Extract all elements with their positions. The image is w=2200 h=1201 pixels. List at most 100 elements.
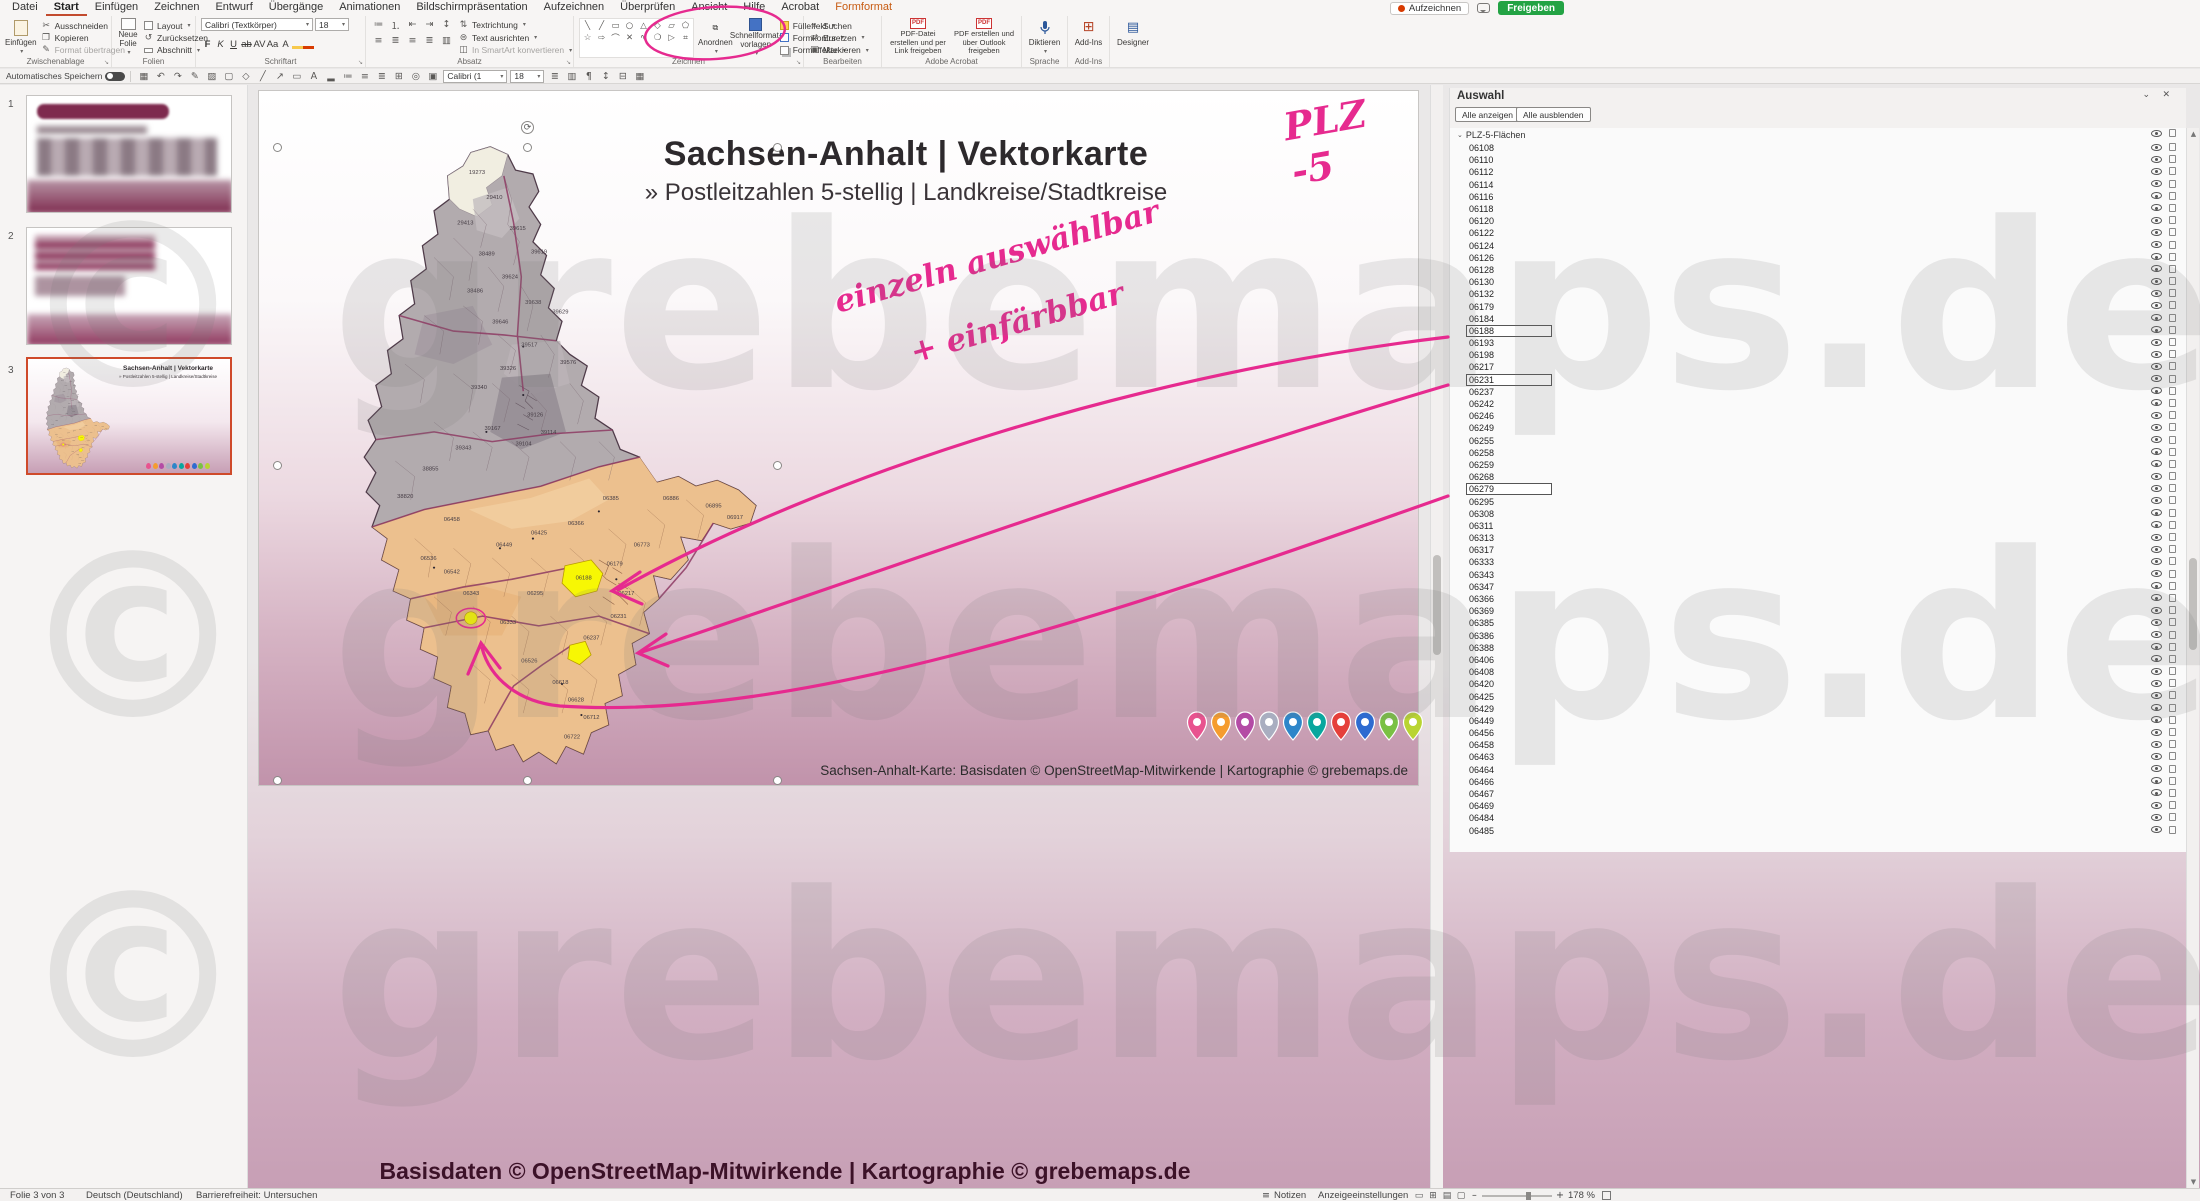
visibility-icon[interactable] xyxy=(2151,192,2162,199)
format-painter-icon[interactable]: ✎ xyxy=(187,70,202,83)
justify-icon[interactable]: ≣ xyxy=(422,34,437,47)
lock-icon[interactable] xyxy=(2169,557,2176,565)
visibility-icon[interactable] xyxy=(2151,777,2162,784)
lock-icon[interactable] xyxy=(2169,484,2176,492)
lock-icon[interactable] xyxy=(2169,789,2176,797)
tab-formformat[interactable]: Formformat xyxy=(827,0,900,16)
normal-view-icon[interactable]: ▭ xyxy=(1412,1191,1426,1201)
shape-glyph-icon[interactable]: ⬠ xyxy=(679,20,692,31)
select-object-icon[interactable]: ▣ xyxy=(425,70,440,83)
tab-einfügen[interactable]: Einfügen xyxy=(87,0,146,16)
visibility-icon[interactable] xyxy=(2151,326,2162,333)
replace-button[interactable]: ⇄Ersetzen xyxy=(809,32,869,43)
selection-item-06258[interactable]: 06258 xyxy=(1450,447,2186,459)
selection-item-06347[interactable]: 06347 xyxy=(1450,581,2186,593)
lock-icon[interactable] xyxy=(2169,594,2176,602)
lock-icon[interactable] xyxy=(2169,765,2176,773)
selection-item-06385[interactable]: 06385 xyxy=(1450,617,2186,629)
tab-übergänge[interactable]: Übergänge xyxy=(261,0,331,16)
selection-item-06120[interactable]: 06120 xyxy=(1450,215,2186,227)
selection-item-06333[interactable]: 06333 xyxy=(1450,556,2186,568)
selection-item-06406[interactable]: 06406 xyxy=(1450,654,2186,666)
indent-icon[interactable]: ⇥ xyxy=(422,18,437,31)
paste-button[interactable]: Einfügen xyxy=(5,18,37,56)
visibility-icon[interactable] xyxy=(2151,680,2162,687)
font-effect-f[interactable]: F xyxy=(201,38,214,51)
paragraph-dialog-launcher[interactable]: ↘ xyxy=(566,59,571,66)
font-size-combo[interactable]: 18 xyxy=(315,18,349,31)
lock-icon[interactable] xyxy=(2169,801,2176,809)
lock-icon[interactable] xyxy=(2169,533,2176,541)
selection-item-06231[interactable]: 06231 xyxy=(1450,374,2186,386)
align-left-icon[interactable]: ≡ xyxy=(357,70,372,83)
numbering-icon[interactable]: ⒈ xyxy=(388,18,403,31)
line-icon[interactable]: ╱ xyxy=(255,70,270,83)
selection-item-06124[interactable]: 06124 xyxy=(1450,240,2186,252)
lock-icon[interactable] xyxy=(2169,545,2176,553)
visibility-icon[interactable] xyxy=(2151,582,2162,589)
lock-icon[interactable] xyxy=(2169,289,2176,297)
textbox-icon[interactable]: ▭ xyxy=(289,70,304,83)
selection-item-06242[interactable]: 06242 xyxy=(1450,398,2186,410)
zoom-out-icon[interactable]: – xyxy=(1472,1190,1477,1201)
selection-item-06237[interactable]: 06237 xyxy=(1450,386,2186,398)
visibility-icon[interactable] xyxy=(2151,229,2162,236)
visibility-icon[interactable] xyxy=(2151,241,2162,248)
selection-item-06246[interactable]: 06246 xyxy=(1450,410,2186,422)
visibility-icon[interactable] xyxy=(2151,156,2162,163)
lock-icon[interactable] xyxy=(2169,228,2176,236)
tab-bildschirmpräsentation[interactable]: Bildschirmpräsentation xyxy=(408,0,535,16)
shape-glyph-icon[interactable]: △ xyxy=(637,20,650,31)
scroll-down-icon[interactable]: ▼ xyxy=(2187,1176,2200,1188)
lock-icon[interactable] xyxy=(2169,362,2176,370)
selection-item-06386[interactable]: 06386 xyxy=(1450,630,2186,642)
visibility-icon[interactable] xyxy=(2151,387,2162,394)
visibility-icon[interactable] xyxy=(2151,290,2162,297)
visibility-icon[interactable] xyxy=(2151,558,2162,565)
visibility-icon[interactable] xyxy=(2151,729,2162,736)
clipboard-dialog-launcher[interactable]: ↘ xyxy=(104,59,109,66)
shape-icon[interactable]: ◇ xyxy=(238,70,253,83)
visibility-icon[interactable] xyxy=(2151,704,2162,711)
visibility-icon[interactable] xyxy=(2151,594,2162,601)
arrow-icon[interactable]: ↗ xyxy=(272,70,287,83)
visibility-icon[interactable] xyxy=(2151,802,2162,809)
lock-icon[interactable] xyxy=(2169,155,2176,163)
selection-item-06469[interactable]: 06469 xyxy=(1450,800,2186,812)
align-justify-icon[interactable]: ≣ xyxy=(547,70,562,83)
lock-icon[interactable] xyxy=(2169,216,2176,224)
font-effect-u[interactable]: U xyxy=(227,38,240,51)
visibility-icon[interactable] xyxy=(2151,424,2162,431)
selection-handle[interactable] xyxy=(773,776,782,785)
zoom-level[interactable]: 178 % xyxy=(1568,1190,1595,1201)
slide-thumbnail-3[interactable]: Sachsen-Anhalt | Vektorkarte » Postleitz… xyxy=(26,357,232,475)
selection-handle[interactable] xyxy=(773,461,782,470)
highlight-icon[interactable]: ▂ xyxy=(323,70,338,83)
visibility-icon[interactable] xyxy=(2151,765,2162,772)
align-right-icon[interactable]: ≡ xyxy=(405,34,420,47)
shape-glyph-icon[interactable]: ✕ xyxy=(623,32,636,43)
visibility-icon[interactable] xyxy=(2151,668,2162,675)
visibility-icon[interactable] xyxy=(2151,399,2162,406)
pane-scrollbar[interactable]: ▲ ▼ xyxy=(2186,128,2199,1188)
pdf-outlook-button[interactable]: PDF PDF erstellen und über Outlook freig… xyxy=(953,18,1015,56)
visibility-icon[interactable] xyxy=(2151,789,2162,796)
selection-item-06311[interactable]: 06311 xyxy=(1450,520,2186,532)
selection-item-06184[interactable]: 06184 xyxy=(1450,313,2186,325)
align-center-icon[interactable]: ≣ xyxy=(388,34,403,47)
tab-aufzeichnen[interactable]: Aufzeichnen xyxy=(536,0,613,16)
visibility-icon[interactable] xyxy=(2151,436,2162,443)
visibility-icon[interactable] xyxy=(2151,521,2162,528)
lock-icon[interactable] xyxy=(2169,180,2176,188)
selection-item-06458[interactable]: 06458 xyxy=(1450,739,2186,751)
visibility-icon[interactable] xyxy=(2151,144,2162,151)
selection-handle[interactable] xyxy=(273,143,282,152)
lock-icon[interactable] xyxy=(2169,728,2176,736)
lock-icon[interactable] xyxy=(2169,350,2176,358)
lock-icon[interactable] xyxy=(2169,826,2176,834)
visibility-icon[interactable] xyxy=(2151,826,2162,833)
lock-icon[interactable] xyxy=(2169,606,2176,614)
selection-item-06130[interactable]: 06130 xyxy=(1450,276,2186,288)
shape-glyph-icon[interactable]: ▭ xyxy=(609,20,622,31)
lock-icon[interactable] xyxy=(2169,509,2176,517)
